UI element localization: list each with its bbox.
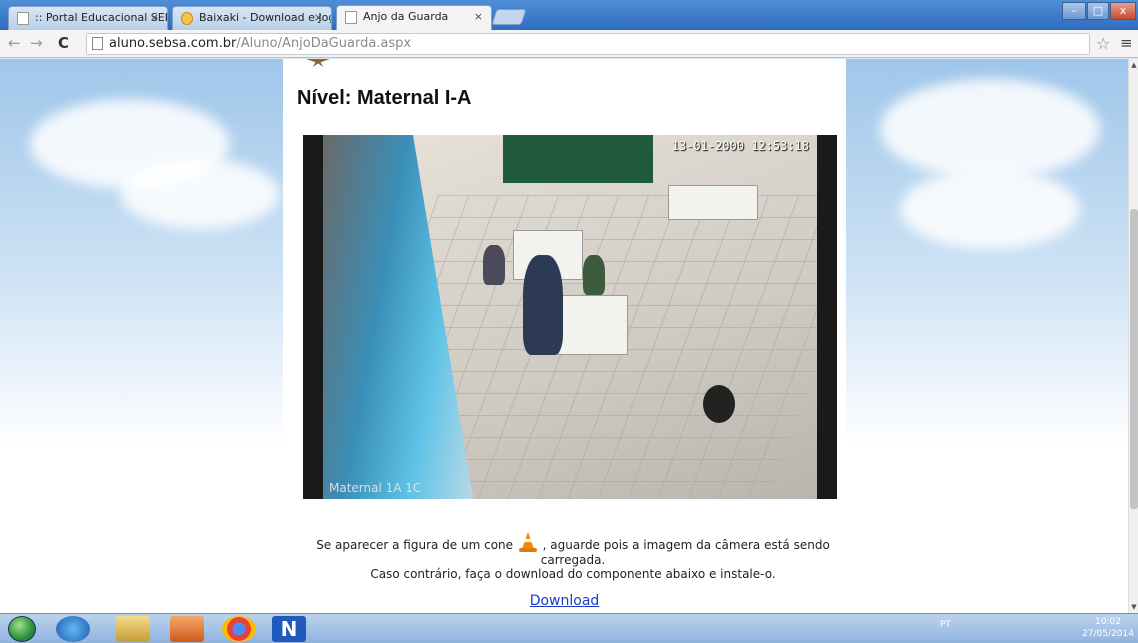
camera-label: Maternal 1A 1C [329, 481, 422, 495]
chalkboard [503, 135, 653, 183]
camera-feed: 13-01-2000 12:53:18 Maternal 1A 1C [303, 135, 837, 499]
bookmark-star-icon[interactable]: ☆ [1096, 34, 1110, 53]
child-figure [583, 255, 605, 295]
trash-bin [703, 385, 735, 423]
scroll-thumb[interactable] [1130, 209, 1138, 509]
menu-icon[interactable]: ≡ [1120, 34, 1133, 52]
back-icon[interactable]: ← [8, 34, 21, 52]
reload-icon[interactable]: C [58, 34, 69, 52]
tab-label: Anjo da Guarda [363, 10, 449, 23]
browser-titlebar: :: Portal Educacional SEB × Baixaki - Do… [0, 0, 1138, 30]
new-tab-button[interactable] [491, 9, 527, 25]
close-window-button[interactable]: x [1110, 2, 1136, 20]
tab-anjo-da-guarda[interactable]: Anjo da Guarda × [336, 5, 492, 30]
tab-close-icon[interactable]: × [150, 7, 159, 29]
address-host: aluno.sebsa.com.br [109, 36, 237, 51]
internet-explorer-icon[interactable] [56, 616, 90, 642]
clock-time: 10:02 [1095, 617, 1121, 627]
tab-portal-educacional[interactable]: :: Portal Educacional SEB × [8, 6, 168, 30]
baixaki-icon [181, 12, 193, 25]
language-indicator[interactable]: PT [940, 620, 951, 630]
media-player-icon[interactable] [170, 616, 204, 642]
address-path: /Aluno/AnjoDaGuarda.aspx [236, 36, 412, 51]
start-button[interactable] [8, 616, 36, 642]
camera-timestamp: 13-01-2000 12:53:18 [671, 139, 809, 153]
traffic-cone-icon [517, 531, 539, 553]
tab-close-icon[interactable]: × [314, 7, 323, 29]
level-title: Nível: Maternal I-A [297, 87, 472, 109]
vertical-scrollbar[interactable]: ▲ ▼ [1128, 59, 1138, 613]
chrome-icon[interactable] [222, 616, 256, 642]
taskbar-clock[interactable]: 10:02 27/05/2014 [1082, 616, 1134, 640]
browser-toolbar: ← → C aluno.sebsa.com.br/Aluno/AnjoDaGua… [0, 30, 1138, 58]
logo-icon [305, 59, 331, 67]
background-cloud [900, 169, 1080, 249]
notice-line3: Caso contrário, faça o download do compo… [370, 567, 776, 581]
notice-text-before: Se aparecer a figura de um cone [316, 538, 517, 552]
tab-close-icon[interactable]: × [474, 6, 483, 28]
scroll-down-arrow-icon[interactable]: ▼ [1129, 603, 1138, 611]
teacher-figure [523, 255, 563, 355]
loading-notice: Se aparecer a figura de um cone , aguard… [263, 531, 883, 581]
forward-icon[interactable]: → [30, 34, 43, 52]
content-panel: Nível: Maternal I-A 13-01-2000 12:53:18 … [283, 59, 846, 613]
scroll-up-arrow-icon[interactable]: ▲ [1129, 61, 1138, 69]
maximize-button[interactable]: □ [1087, 2, 1109, 20]
tab-label: Baixaki - Download e Jogo [199, 11, 332, 24]
address-bar[interactable]: aluno.sebsa.com.br/Aluno/AnjoDaGuarda.as… [86, 33, 1090, 55]
page-icon [92, 37, 103, 50]
page-viewport: Nível: Maternal I-A 13-01-2000 12:53:18 … [0, 59, 1128, 613]
clock-date: 27/05/2014 [1082, 629, 1134, 639]
tab-baixaki[interactable]: Baixaki - Download e Jogo × [172, 6, 332, 30]
download-link[interactable]: Download [283, 593, 846, 609]
desk [668, 185, 758, 220]
page-icon [345, 11, 357, 24]
desk [558, 295, 628, 355]
windows-taskbar: N PT 10:02 27/05/2014 [0, 613, 1138, 643]
tab-label: :: Portal Educacional SEB [35, 11, 168, 24]
n-app-icon[interactable]: N [272, 616, 306, 642]
page-icon [17, 12, 29, 25]
notice-text-after: , aguarde pois a imagem da câmera está s… [538, 538, 830, 552]
background-cloud [120, 159, 280, 229]
background-cloud [880, 79, 1100, 179]
minimize-button[interactable]: – [1062, 2, 1086, 20]
file-explorer-icon[interactable] [116, 616, 150, 642]
camera-image: 13-01-2000 12:53:18 Maternal 1A 1C [323, 135, 817, 499]
notice-line2: carregada. [540, 553, 606, 567]
child-figure [483, 245, 505, 285]
